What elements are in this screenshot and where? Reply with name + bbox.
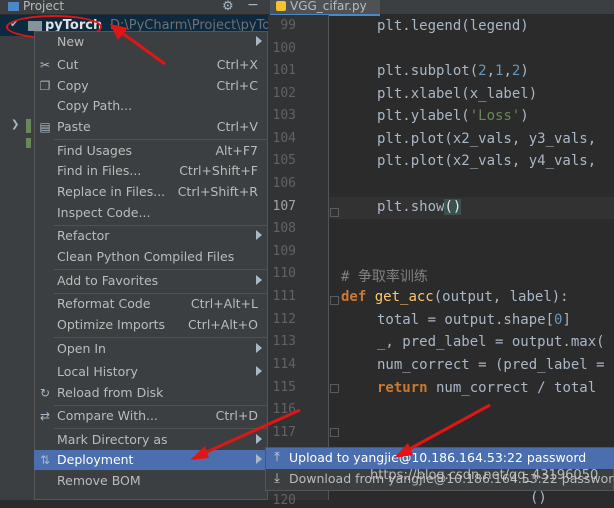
annotation-arrow-3 [403,403,491,454]
annotation-arrows [110,24,491,460]
annotation-arrowhead-3 [394,443,413,458]
annotation-arrowhead-1 [110,24,128,40]
annotation-arrow-1 [117,28,166,66]
annotation-arrowhead-2 [190,446,209,460]
annotation-arrow-2 [199,408,301,457]
